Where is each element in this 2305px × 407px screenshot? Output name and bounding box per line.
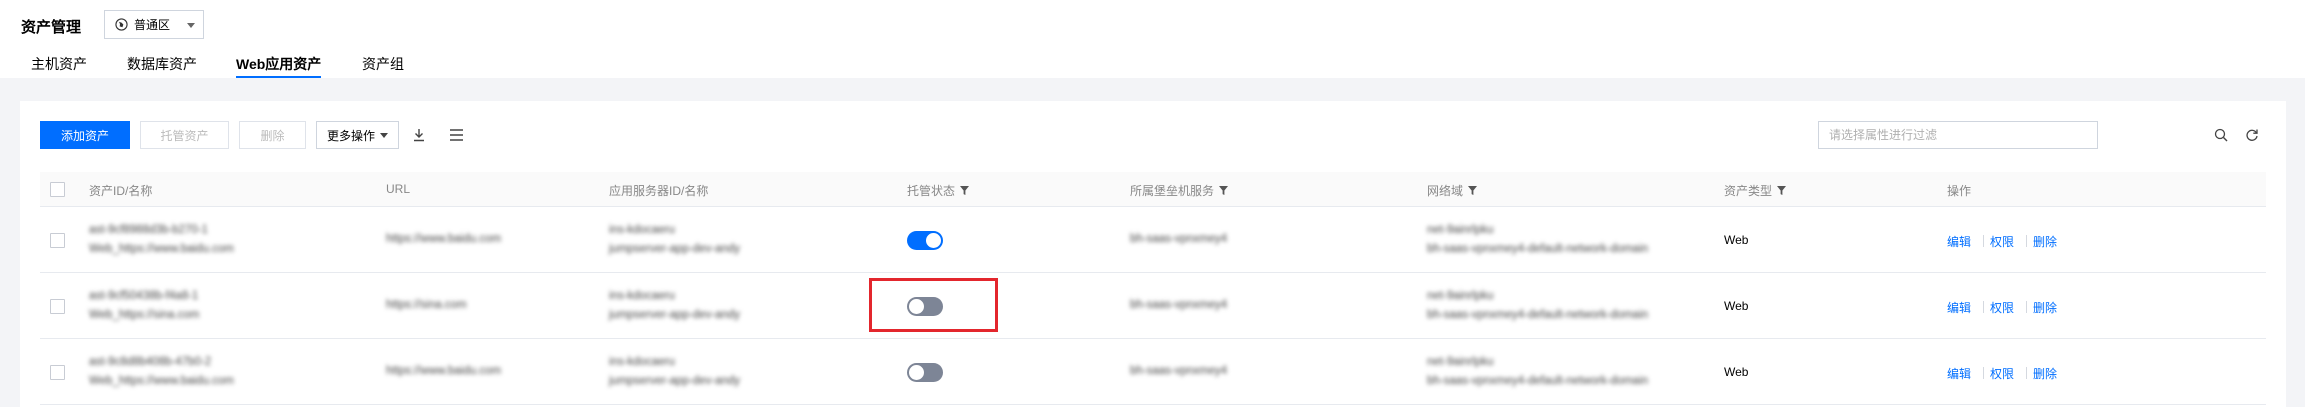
delete-button[interactable]: 删除 — [239, 121, 306, 149]
list-settings-icon[interactable] — [446, 125, 466, 145]
column-hosting-status: 托管状态 — [907, 182, 970, 199]
globe-icon — [115, 18, 128, 31]
more-actions-label: 更多操作 — [326, 128, 375, 143]
select-all-checkbox[interactable] — [50, 182, 65, 197]
toggle-knob — [909, 365, 924, 380]
column-url: URL — [386, 182, 411, 196]
action-divider — [2026, 301, 2027, 313]
edit-link[interactable]: 编辑 — [1947, 365, 1971, 382]
column-network: 网络域 — [1427, 182, 1478, 199]
action-divider — [2026, 367, 2027, 379]
filter-icon[interactable] — [960, 186, 970, 195]
action-divider — [1983, 367, 1984, 379]
edit-link[interactable]: 编辑 — [1947, 233, 1971, 250]
hosting-toggle[interactable] — [907, 231, 943, 250]
delete-link[interactable]: 删除 — [2033, 233, 2057, 250]
delete-link[interactable]: 删除 — [2033, 299, 2057, 316]
app-server: ins-kdocaeru jumpserver-app-dev-andy — [609, 224, 741, 255]
hosting-toggle[interactable] — [907, 363, 943, 382]
add-asset-button[interactable]: 添加资产 — [40, 121, 130, 149]
action-divider — [1983, 301, 1984, 313]
host-asset-button[interactable]: 托管资产 — [140, 121, 229, 149]
toggle-knob — [926, 233, 941, 248]
tab-host-assets[interactable]: 主机资产 — [31, 54, 87, 78]
refresh-icon[interactable] — [2242, 125, 2262, 145]
download-icon[interactable] — [409, 125, 429, 145]
network-domain: net-9ainrlpku bh-saas-vpnxmey4-default-n… — [1427, 290, 1649, 321]
more-actions-dropdown[interactable]: 更多操作 — [316, 121, 399, 149]
tab-asset-groups[interactable]: 资产组 — [362, 54, 404, 78]
bastion-service: bh-saas-vpnxmey4 — [1130, 233, 1228, 245]
action-divider — [1983, 235, 1984, 247]
bastion-service: bh-saas-vpnxmey4 — [1130, 365, 1228, 377]
top-bar: 资产管理 普通区 主机资产 数据库资产 Web应用资产 资产组 — [0, 0, 2305, 78]
row-checkbox[interactable] — [50, 299, 65, 314]
column-app-server: 应用服务器ID/名称 — [609, 184, 709, 198]
row-checkbox[interactable] — [50, 233, 65, 248]
hosting-toggle[interactable] — [907, 297, 943, 316]
edit-link[interactable]: 编辑 — [1947, 299, 1971, 316]
toggle-knob — [909, 299, 924, 314]
search-icon[interactable] — [2211, 125, 2231, 145]
asset-id-name[interactable]: ast-9c8d8b408b-47b0-2 Web_https://www.ba… — [89, 353, 234, 391]
app-server: ins-kdocaeru jumpserver-app-dev-andy — [609, 290, 741, 321]
region-select[interactable]: 普通区 — [104, 10, 204, 39]
action-divider — [2026, 235, 2027, 247]
row-checkbox[interactable] — [50, 365, 65, 380]
permission-link[interactable]: 权限 — [1990, 365, 2014, 382]
table-row: ast-9cf8988d3b-b270-1 Web_https://www.ba… — [40, 208, 2266, 273]
region-label: 普通区 — [134, 18, 171, 32]
delete-link[interactable]: 删除 — [2033, 365, 2057, 382]
network-domain: net-9ainrlpku bh-saas-vpnxmey4-default-n… — [1427, 224, 1649, 255]
table-header: 资产ID/名称 URL 应用服务器ID/名称 托管状态 所属堡垒机服务 网络域 … — [40, 172, 2266, 207]
table-row: ast-9cf50438b-f4a8-1 Web_https://sina.co… — [40, 274, 2266, 339]
filter-icon[interactable] — [1468, 186, 1478, 195]
filter-input[interactable] — [1818, 121, 2098, 149]
asset-url: https://sina.com — [386, 299, 467, 311]
network-domain: net-9ainrlpku bh-saas-vpnxmey4-default-n… — [1427, 356, 1649, 387]
app-server: ins-kdocaeru jumpserver-app-dev-andy — [609, 356, 741, 387]
filter-icon[interactable] — [1219, 186, 1229, 195]
page-title: 资产管理 — [21, 19, 82, 36]
column-asset-type: 资产类型 — [1724, 182, 1787, 199]
tab-web-assets[interactable]: Web应用资产 — [236, 54, 322, 78]
column-bastion: 所属堡垒机服务 — [1130, 182, 1229, 199]
asset-id-name[interactable]: ast-9cf8988d3b-b270-1 Web_https://www.ba… — [89, 221, 234, 259]
column-actions: 操作 — [1947, 184, 1972, 198]
bastion-service: bh-saas-vpnxmey4 — [1130, 299, 1228, 311]
asset-type: Web — [1724, 299, 1749, 313]
table-row: ast-9c8d8b408b-47b0-2 Web_https://www.ba… — [40, 340, 2266, 405]
asset-type: Web — [1724, 233, 1749, 247]
permission-link[interactable]: 权限 — [1990, 233, 2014, 250]
asset-id-name[interactable]: ast-9cf50438b-f4a8-1 Web_https://sina.co… — [89, 287, 199, 325]
asset-url: https://www.baidu.com — [386, 365, 502, 377]
column-id-name: 资产ID/名称 — [89, 184, 153, 198]
asset-type: Web — [1724, 365, 1749, 379]
chevron-down-icon — [187, 23, 195, 28]
asset-url: https://www.baidu.com — [386, 233, 502, 245]
chevron-down-icon — [380, 132, 388, 138]
tab-database-assets[interactable]: 数据库资产 — [127, 54, 197, 78]
filter-icon[interactable] — [1777, 186, 1787, 195]
permission-link[interactable]: 权限 — [1990, 299, 2014, 316]
